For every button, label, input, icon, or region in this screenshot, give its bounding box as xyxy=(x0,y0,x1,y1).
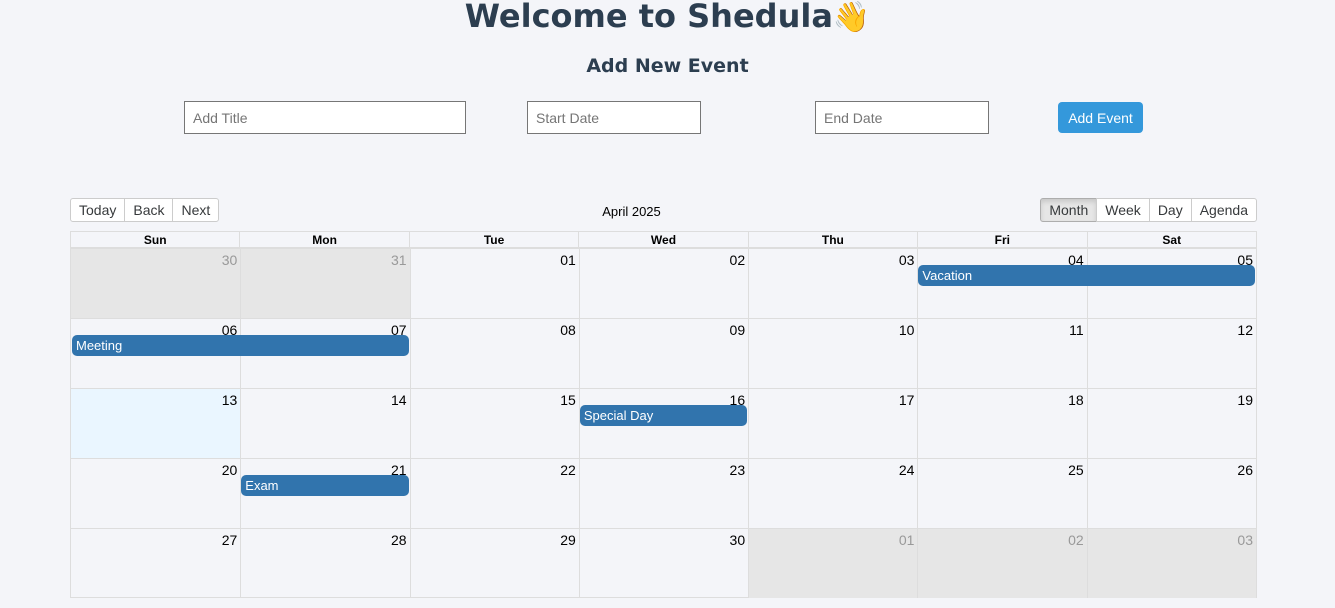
day-cell[interactable]: 14 xyxy=(240,389,409,458)
day-cell[interactable]: 24 xyxy=(748,459,917,528)
weekday-header-mon: Mon xyxy=(239,232,409,248)
date-number[interactable]: 08 xyxy=(560,322,576,338)
date-number[interactable]: 01 xyxy=(899,532,915,548)
date-number[interactable]: 10 xyxy=(899,322,915,338)
day-cell[interactable]: 02 xyxy=(917,529,1087,598)
add-event-heading: Add New Event xyxy=(586,55,749,77)
date-number[interactable]: 18 xyxy=(1068,392,1084,408)
day-cell[interactable]: 23 xyxy=(578,459,748,528)
date-number[interactable]: 22 xyxy=(560,462,576,478)
date-number[interactable]: 02 xyxy=(1068,532,1084,548)
date-number[interactable]: 30 xyxy=(222,252,238,268)
agenda-view-button[interactable]: Agenda xyxy=(1190,198,1257,222)
date-number[interactable]: 23 xyxy=(730,462,746,478)
date-number[interactable]: 09 xyxy=(730,322,746,338)
day-cell[interactable]: 18 xyxy=(917,389,1086,458)
page-title: Welcome to Shedula👋 xyxy=(0,0,1335,40)
day-cell[interactable]: 03 xyxy=(1086,529,1256,598)
day-cell[interactable]: 25 xyxy=(917,459,1086,528)
date-number[interactable]: 14 xyxy=(391,392,407,408)
date-number[interactable]: 03 xyxy=(899,252,915,268)
day-cell[interactable]: 03 xyxy=(748,249,917,318)
week-view-button[interactable]: Week xyxy=(1096,198,1150,222)
event-vacation[interactable]: Vacation xyxy=(918,265,1255,286)
weekday-header-tue: Tue xyxy=(408,232,579,248)
date-number[interactable]: 30 xyxy=(730,532,746,548)
date-number[interactable]: 20 xyxy=(222,462,238,478)
date-number[interactable]: 01 xyxy=(560,252,576,268)
date-number[interactable]: 03 xyxy=(1237,532,1253,548)
day-cell[interactable]: 20 xyxy=(71,459,240,528)
weekday-header-thu: Thu xyxy=(747,232,918,248)
day-cell[interactable]: 19 xyxy=(1086,389,1256,458)
date-number[interactable]: 12 xyxy=(1237,322,1253,338)
date-number[interactable]: 29 xyxy=(560,532,576,548)
day-cell[interactable]: 12 xyxy=(1086,319,1256,388)
day-view-button[interactable]: Day xyxy=(1148,198,1192,222)
date-number[interactable]: 13 xyxy=(222,392,238,408)
event-meeting[interactable]: Meeting xyxy=(72,335,409,356)
day-cell[interactable]: 27 xyxy=(71,529,240,598)
day-cell-today[interactable]: 13 xyxy=(71,389,241,458)
start-date-input[interactable] xyxy=(527,101,701,134)
month-calendar: Sun Mon Tue Wed Thu Fri Sat 30 31 01 02 03 04 05 06 07… xyxy=(70,231,1257,598)
event-special-day[interactable]: Special Day xyxy=(579,405,748,426)
day-cell[interactable]: 15 xyxy=(409,389,579,458)
date-number[interactable]: 28 xyxy=(391,532,407,548)
weekday-header-wed: Wed xyxy=(578,232,748,248)
date-number[interactable]: 31 xyxy=(391,252,407,268)
date-number[interactable]: 15 xyxy=(560,392,576,408)
waving-hand-icon: 👋 xyxy=(832,0,871,35)
date-number[interactable]: 24 xyxy=(899,462,915,478)
day-cell[interactable]: 10 xyxy=(748,319,917,388)
week-row: 27 28 29 30 01 02 03 xyxy=(71,528,1256,598)
title-input[interactable] xyxy=(184,101,466,134)
view-button-group: Month Week Day Agenda xyxy=(1040,198,1257,222)
day-cell[interactable]: 30 xyxy=(578,529,748,598)
day-cell[interactable]: 02 xyxy=(578,249,748,318)
add-event-button[interactable]: Add Event xyxy=(1058,102,1143,133)
date-number[interactable]: 11 xyxy=(1069,322,1084,338)
day-cell[interactable]: 08 xyxy=(409,319,579,388)
day-cell[interactable]: 26 xyxy=(1086,459,1256,528)
day-cell[interactable]: 28 xyxy=(240,529,409,598)
day-cell[interactable]: 01 xyxy=(409,249,579,318)
date-number[interactable]: 02 xyxy=(730,252,746,268)
day-cell[interactable]: 09 xyxy=(578,319,748,388)
date-number[interactable]: 27 xyxy=(222,532,238,548)
date-number[interactable]: 19 xyxy=(1237,392,1253,408)
day-cell[interactable]: 29 xyxy=(409,529,579,598)
month-view-button[interactable]: Month xyxy=(1040,198,1098,222)
day-cell[interactable]: 01 xyxy=(748,529,918,598)
day-cell[interactable]: 22 xyxy=(409,459,579,528)
page-title-text: Welcome to Shedula xyxy=(464,0,833,35)
day-cell[interactable]: 30 xyxy=(71,249,241,318)
date-number[interactable]: 25 xyxy=(1068,462,1084,478)
event-exam[interactable]: Exam xyxy=(241,475,409,496)
day-cell[interactable]: 17 xyxy=(748,389,917,458)
weekday-header: Sun Mon Tue Wed Thu Fri Sat xyxy=(71,232,1256,248)
weekday-header-fri: Fri xyxy=(917,232,1087,248)
day-cell[interactable]: 11 xyxy=(917,319,1086,388)
date-number[interactable]: 26 xyxy=(1237,462,1253,478)
date-number[interactable]: 17 xyxy=(899,392,915,408)
weekday-header-sat: Sat xyxy=(1086,232,1256,248)
day-cell[interactable]: 31 xyxy=(240,249,410,318)
weekday-header-sun: Sun xyxy=(71,232,240,248)
end-date-input[interactable] xyxy=(815,101,989,134)
